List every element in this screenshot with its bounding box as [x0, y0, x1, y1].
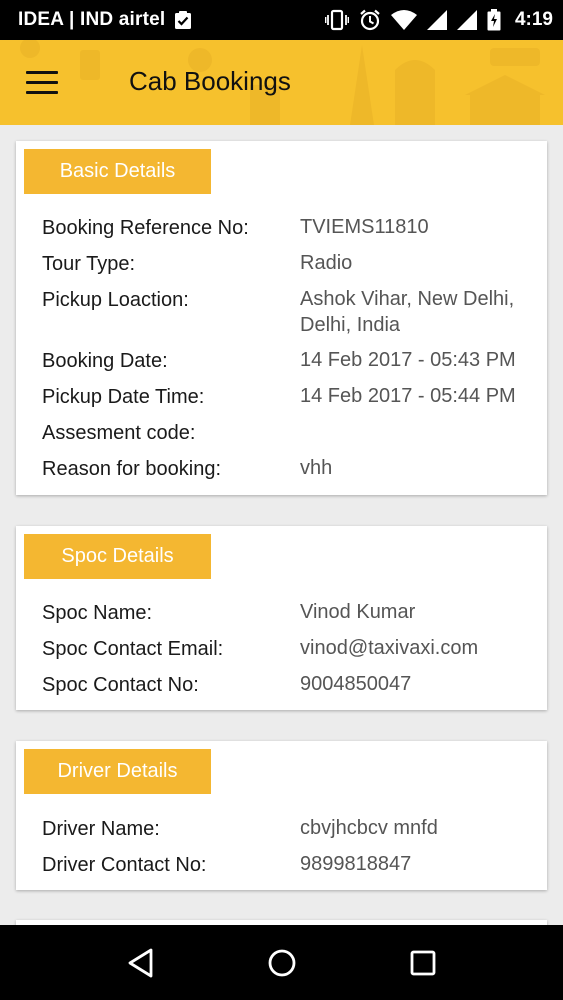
battery-charging-icon	[487, 9, 501, 31]
basic-details-header: Basic Details	[24, 149, 211, 194]
clipboard-check-icon	[173, 10, 193, 30]
signal-icon	[426, 10, 447, 30]
assessment-code-label: Assesment code:	[42, 422, 196, 444]
menu-button[interactable]	[22, 64, 62, 100]
driver-name-label: Driver Name:	[42, 818, 160, 840]
spoc-details-card: Spoc Details Spoc Name: Vinod Kumar Spoc…	[16, 526, 547, 710]
app-bar: Cab Bookings	[0, 40, 563, 125]
back-triangle-icon[interactable]	[126, 947, 156, 979]
hamburger-icon	[26, 70, 58, 74]
booking-details-scroll[interactable]: Basic Details Booking Reference No: TVIE…	[0, 125, 563, 925]
pickup-location-label: Pickup Loaction:	[42, 289, 189, 311]
basic-details-card: Basic Details Booking Reference No: TVIE…	[16, 141, 547, 495]
carrier-name: IDEA | IND airtel	[18, 9, 166, 30]
status-icons: 4:19	[324, 9, 553, 31]
spoc-details-header: Spoc Details	[24, 534, 211, 579]
tour-type-label: Tour Type:	[42, 253, 136, 275]
pickup-datetime-label: Pickup Date Time:	[42, 386, 205, 408]
driver-contact-label: Driver Contact No:	[42, 854, 207, 876]
reason-label: Reason for booking:	[42, 458, 222, 480]
spoc-name-label: Spoc Name:	[42, 602, 153, 624]
spoc-contact-value[interactable]: 9004850047	[300, 671, 540, 697]
page-title: Cab Bookings	[129, 66, 291, 96]
spoc-email-label: Spoc Contact Email:	[42, 638, 224, 660]
wifi-icon	[390, 10, 417, 30]
spoc-name-value: Vinod Kumar	[300, 601, 416, 623]
home-circle-icon[interactable]	[267, 948, 297, 978]
vibrate-icon	[324, 9, 349, 31]
booking-date-label: Booking Date:	[42, 350, 168, 372]
clock: 4:19	[514, 9, 553, 30]
reason-value: vhh	[300, 457, 333, 479]
driver-details-header: Driver Details	[24, 749, 211, 794]
pickup-datetime-value: 14 Feb 2017 - 05:44 PM	[300, 385, 516, 407]
alarm-icon	[359, 9, 381, 31]
tour-type-value: Radio	[300, 252, 353, 274]
driver-details-card: Driver Details Driver Name: cbvjhcbcv mn…	[16, 741, 547, 890]
signal-icon-secondary	[456, 10, 477, 30]
booking-reference-label: Booking Reference No:	[42, 217, 249, 239]
pickup-location-value: Ashok Vihar, New Delhi, Delhi, India	[300, 288, 515, 336]
driver-name-value: cbvjhcbcv mnfd	[300, 817, 438, 839]
spoc-email-value[interactable]: vinod@taxivaxi.com	[300, 635, 540, 661]
booking-date-value: 14 Feb 2017 - 05:43 PM	[300, 349, 516, 371]
driver-contact-value[interactable]: 9899818847	[300, 851, 540, 877]
booking-reference-value: TVIEMS11810	[300, 216, 429, 238]
spoc-contact-label: Spoc Contact No:	[42, 674, 199, 696]
recents-square-icon[interactable]	[409, 949, 437, 977]
system-nav-bar	[0, 925, 563, 1000]
status-bar: IDEA | IND airtel 4:19	[0, 0, 563, 40]
